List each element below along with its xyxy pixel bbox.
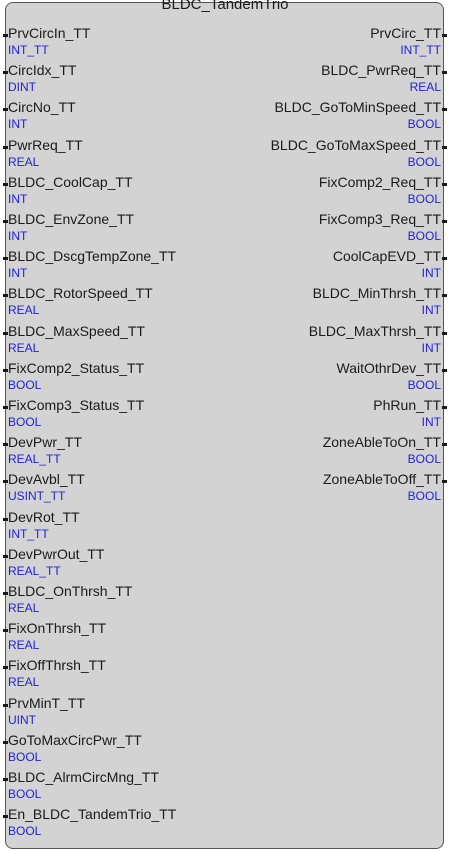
input-pin[interactable]: DevPwrOut_TT REAL_TT (0, 526, 300, 578)
input-pin-name: FixOnThrsh_TT (8, 620, 107, 637)
output-connector[interactable] (442, 71, 447, 75)
input-pin[interactable]: FixOffThrsh_TT REAL (0, 637, 300, 689)
output-pin-name: BLDC_MinThrsh_TT (312, 285, 441, 302)
input-pin[interactable]: DevRot_TT INT_TT (0, 489, 300, 541)
input-pin-name: PrvMinT_TT (8, 694, 85, 711)
output-pin[interactable]: BLDC_GoToMinSpeed_TT BOOL (150, 79, 450, 131)
output-connector[interactable] (442, 108, 447, 112)
output-pin[interactable]: ZoneAbleToOff_TT BOOL (150, 451, 450, 503)
output-pin-name: ZoneAbleToOn_TT (322, 434, 441, 451)
output-pin-name: BLDC_MaxThrsh_TT (308, 322, 441, 339)
output-connector[interactable] (442, 220, 447, 223)
output-pin[interactable]: BLDC_GoToMaxSpeed_TT BOOL (150, 117, 450, 169)
input-pin[interactable]: BLDC_OnThrsh_TT REAL (0, 563, 300, 615)
output-pin-name: CoolCapEVD_TT (332, 248, 441, 265)
output-connector[interactable] (442, 331, 447, 335)
input-pin-name: BLDC_RotorSpeed_TT (8, 285, 153, 302)
output-pin[interactable]: BLDC_MinThrsh_TT INT (150, 265, 450, 317)
output-pin-name: PhRun_TT (373, 397, 441, 413)
output-connector[interactable] (442, 443, 447, 447)
output-pin[interactable]: BLDC_MaxThrsh_TT INT (150, 303, 450, 355)
output-connector[interactable] (442, 368, 447, 372)
input-pin-name: CircNo_TT (8, 99, 76, 116)
output-pin-name: WaitOthrDev_TT (336, 359, 442, 376)
output-pin[interactable]: FixComp2_Req_TT BOOL (150, 154, 450, 206)
input-pin-name: PrvCircIn_TT (8, 25, 91, 41)
input-pin-name: BLDC_AlrmCircMng_TT (8, 769, 159, 785)
output-pin[interactable]: PrvCirc_TT INT_TT (150, 5, 450, 57)
output-pin-name: FixComp3_Req_TT (318, 211, 441, 227)
output-pin-type: BOOL (407, 489, 441, 504)
output-connector[interactable] (442, 145, 447, 149)
output-connector[interactable] (442, 406, 447, 409)
input-pin[interactable]: En_BLDC_TandemTrio_TT BOOL (0, 786, 300, 838)
input-pin[interactable]: PrvMinT_TT UINT (0, 675, 300, 727)
output-connector[interactable] (442, 294, 447, 298)
output-pin-name: ZoneAbleToOff_TT (322, 471, 441, 488)
input-pin-name: BLDC_MaxSpeed_TT (8, 322, 145, 339)
output-pin[interactable]: PhRun_TT INT (150, 377, 450, 429)
input-pin-name: BLDC_EnvZone_TT (8, 211, 135, 227)
output-pin-name: FixComp2_Req_TT (318, 173, 441, 190)
output-connector[interactable] (442, 182, 447, 186)
input-pin[interactable]: GoToMaxCircPwr_TT BOOL (0, 712, 300, 764)
output-pin-name: BLDC_PwrReq_TT (321, 62, 441, 79)
output-connector[interactable] (442, 480, 447, 484)
input-pin-name: CircIdx_TT (8, 62, 77, 79)
input-pin-name: GoToMaxCircPwr_TT (8, 731, 142, 748)
input-pin-name: En_BLDC_TandemTrio_TT (8, 806, 177, 823)
input-pin-name: DevPwr_TT (8, 434, 82, 451)
output-pin-name: BLDC_GoToMaxSpeed_TT (270, 136, 441, 153)
output-pin-name: BLDC_GoToMinSpeed_TT (274, 99, 441, 116)
input-pin-name: FixOffThrsh_TT (8, 657, 106, 674)
input-pin-name: FixComp2_Status_TT (8, 359, 145, 376)
output-pin-name: PrvCirc_TT (370, 25, 441, 41)
input-pin-name: FixComp3_Status_TT (8, 397, 145, 413)
output-connector[interactable] (442, 257, 447, 261)
output-pin[interactable]: WaitOthrDev_TT BOOL (150, 340, 450, 392)
output-pin[interactable]: ZoneAbleToOn_TT BOOL (150, 414, 450, 466)
output-pin[interactable]: BLDC_PwrReq_TT REAL (150, 42, 450, 94)
input-pin-name: DevRot_TT (8, 508, 80, 525)
input-pin-name: DevPwrOut_TT (8, 545, 105, 562)
input-pin-name: BLDC_OnThrsh_TT (8, 583, 133, 599)
output-pin[interactable]: FixComp3_Req_TT BOOL (150, 191, 450, 243)
input-pin[interactable]: BLDC_AlrmCircMng_TT BOOL (0, 749, 300, 801)
input-pin-name: BLDC_CoolCap_TT (8, 173, 133, 190)
output-connector[interactable] (442, 34, 447, 37)
input-pin[interactable]: FixOnThrsh_TT REAL (0, 600, 300, 652)
input-pin-type: BOOL (8, 824, 42, 839)
input-pin-name: PwrReq_TT (8, 136, 83, 153)
input-pin-name: DevAvbl_TT (8, 471, 85, 488)
output-pin[interactable]: CoolCapEVD_TT INT (150, 228, 450, 280)
